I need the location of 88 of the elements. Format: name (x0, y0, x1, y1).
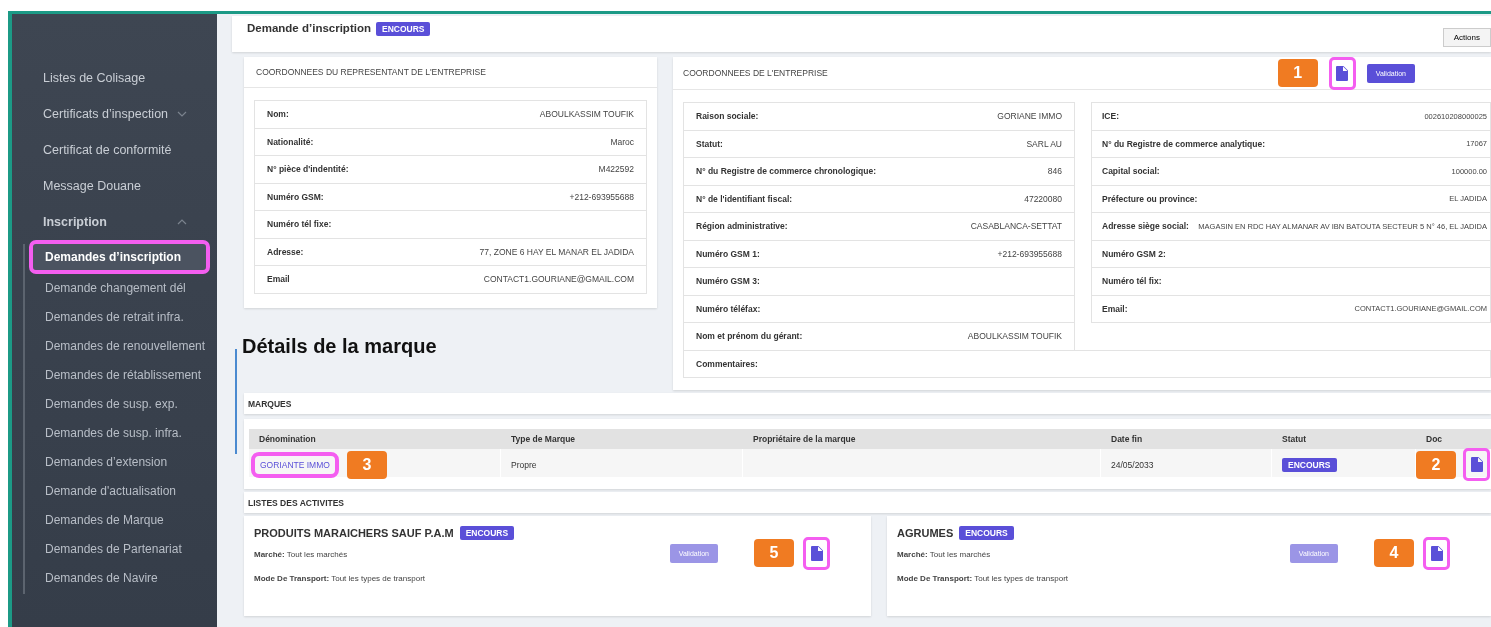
field-label: Numéro GSM 1: (696, 248, 760, 259)
callout-number: 5 (754, 539, 794, 567)
field-label: Capital social: (1102, 166, 1160, 177)
field-value: +212-693955688 (569, 191, 634, 202)
section-title: MARQUES (248, 398, 292, 409)
document-icon[interactable] (1336, 65, 1349, 81)
card-title: COORDONNEES DE L'ENTREPRISE (683, 68, 828, 78)
nav-subitem[interactable]: Demande d'actualisation (25, 476, 217, 505)
field-value: CASABLANCA-SETTAT (970, 221, 1062, 232)
field-label: Numéro GSM: (267, 191, 324, 202)
status-badge: ENCOURS (375, 22, 431, 36)
field-label: ICE: (1102, 111, 1119, 122)
field-label: Numéro téléfax: (696, 303, 761, 314)
document-icon[interactable] (810, 545, 823, 561)
status-badge: ENCOURS (959, 526, 1014, 540)
column-header: Date fin (1110, 434, 1144, 444)
document-icon[interactable] (1470, 457, 1483, 472)
field-value: ABOULKASSIM TOUFIK (967, 331, 1062, 342)
nav-subitem[interactable]: Demandes de renouvellement (25, 331, 217, 360)
card-title: COORDONNEES DU REPRESENTANT DE L'ENTREPRISE (244, 57, 657, 88)
transport-text: Mode De Transport: Tout les types de transport (254, 574, 426, 583)
nav-subitem[interactable]: Demandes de susp. exp. (25, 389, 217, 418)
callout-number: 3 (346, 450, 387, 479)
nav-subitem[interactable]: Demandes de Marque (25, 505, 217, 534)
field-label: Numéro GSM 2: (1102, 248, 1166, 259)
field-label: Nom: (267, 109, 289, 120)
column-header: Propriétaire de la marque (752, 434, 857, 444)
field-label: N° de l'identifiant fiscal: (696, 193, 793, 204)
nav-subitem[interactable]: Demandes de susp. infra. (25, 418, 217, 447)
annotation-title: Détails de la marque (242, 334, 438, 358)
market-text: Marché: Tout les marchés (254, 550, 349, 559)
section-title: LISTES DES ACTIVITES (248, 497, 345, 508)
callout-number: 4 (1374, 539, 1414, 567)
column-header: Doc (1425, 434, 1444, 444)
field-value: M422592 (598, 164, 634, 175)
nav-item[interactable]: Certificats d’inspection (12, 96, 217, 132)
nav-item[interactable]: Listes de Colisage (12, 60, 217, 96)
field-value: Maroc (610, 136, 634, 147)
callout-number: 1 (1277, 59, 1318, 87)
nav-subitem[interactable]: Demandes de retrait infra. (25, 302, 217, 331)
activity-title: AGRUMES (897, 527, 954, 539)
status-badge: ENCOURS (1282, 457, 1337, 472)
actions-button[interactable]: Actions (1442, 28, 1491, 47)
nav-subitem[interactable]: Demandes d’extension (25, 447, 217, 476)
callout-number: 2 (1416, 450, 1456, 479)
field-value: SARL AU (1026, 138, 1062, 149)
nav-subitem[interactable]: Demandes de rétablissement (25, 360, 217, 389)
field-value: +212-693955688 (997, 248, 1062, 259)
field-value: 77, ZONE 6 HAY EL MANAR EL JADIDA (479, 246, 634, 257)
field-label: Email (267, 274, 290, 285)
activity-title: PRODUITS MARAICHERS SAUF P.A.M (254, 527, 454, 539)
field-label: Numéro tél fix: (1102, 276, 1162, 287)
field-label: N° du Registre de commerce analytique: (1102, 138, 1266, 149)
status-badge: ENCOURS (459, 526, 515, 540)
field-value: ABOULKASSIM TOUFIK (539, 109, 634, 120)
field-label: Numéro GSM 3: (696, 276, 760, 287)
field-label: N° pièce d'indentité: (267, 164, 349, 175)
field-label: N° du Registre de commerce chronologique: (696, 166, 877, 177)
field-label: Commentaires: (696, 358, 758, 369)
field-value: CONTACT1.GOURIANE@GMAIL.COM (483, 274, 634, 285)
page-title: Demande d’inscription (247, 22, 371, 34)
column-header: Type de Marque (510, 434, 577, 444)
nav-item[interactable]: Inscription (12, 204, 217, 240)
document-icon[interactable] (1430, 545, 1443, 561)
field-label: Nom et prénom du gérant: (696, 331, 803, 342)
nav-item[interactable]: Message Douane (12, 168, 217, 204)
field-label: Préfecture ou province: (1102, 193, 1198, 204)
field-label: Adresse siège social: (1102, 221, 1189, 232)
field-label: Région administrative: (696, 221, 788, 232)
nav-item[interactable]: Certificat de conformité (12, 132, 217, 168)
field-label: Nationalité: (267, 136, 314, 147)
field-value: 846 (1047, 166, 1062, 177)
field-value: 47220080 (1024, 193, 1062, 204)
field-label: Statut: (696, 138, 723, 149)
field-value: GORIANE IMMO (997, 111, 1062, 122)
field-label: Email: (1102, 303, 1128, 314)
table-cell: 24/05/2033 (1111, 459, 1154, 470)
field-label: Adresse: (267, 246, 304, 257)
nav-subitem[interactable]: Demandes de Partenariat (25, 534, 217, 563)
market-text: Marché: Tout les marchés (897, 550, 992, 559)
field-label: Raison sociale: (696, 111, 759, 122)
field-label: Numéro tél fixe: (267, 219, 332, 230)
column-header: Dénomination (258, 434, 317, 444)
nav-subitem[interactable]: Demande changement dél (25, 273, 217, 302)
column-header: Statut (1281, 434, 1308, 444)
table-cell: Propre (511, 459, 537, 470)
nav-subitem[interactable]: Demandes de Navire (25, 563, 217, 592)
transport-text: Mode De Transport: Tout les types de transport (897, 574, 1069, 583)
